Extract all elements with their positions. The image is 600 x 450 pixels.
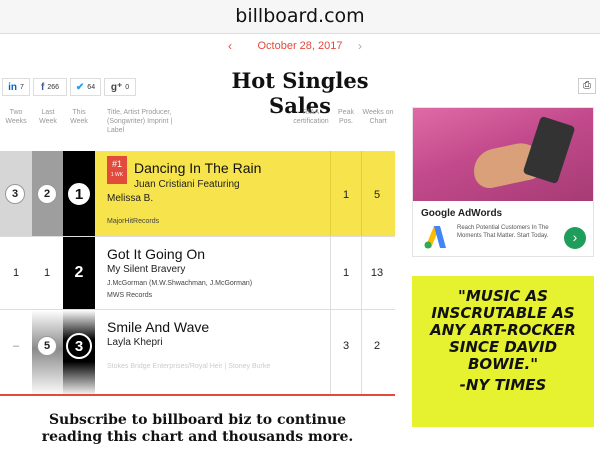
google-plus-icon: g⁺ — [110, 81, 123, 93]
label-imprint: MWS Records — [107, 292, 153, 299]
peak-position: 1 — [342, 267, 350, 279]
this-week-rank: 1 — [66, 181, 92, 207]
label-imprint: Stokes Bridge Enterprises/Royal Heir | S… — [107, 363, 271, 370]
google-plus-share-button[interactable]: g⁺ 0 — [104, 78, 136, 96]
two-weeks-cell: 3 — [0, 151, 32, 236]
this-week-rank: 2 — [74, 264, 84, 281]
google-adwords-ad[interactable]: Google AdWords Reach Potential Customers… — [412, 107, 594, 257]
this-week-cell: 1 — [63, 151, 95, 236]
col-last-week: Last Week — [39, 109, 57, 125]
col-weeks-on-chart: Weeks on Chart — [362, 109, 394, 125]
col-two-weeks: Two Weeks — [5, 109, 27, 125]
previous-week-arrow-icon[interactable]: ‹ — [228, 39, 232, 53]
peak-position: 1 — [342, 189, 350, 201]
browser-url-bar[interactable]: billboard.com — [0, 0, 600, 34]
badge-rank: #1 — [111, 159, 122, 169]
col-title: Title, Artist Producer, (Songwriter) Imp… — [107, 109, 173, 134]
badge-weeks: 1 WK — [110, 172, 124, 178]
weeks-on-chart: 2 — [373, 340, 381, 352]
col-peak: Peak Pos. — [338, 109, 354, 125]
facebook-share-button[interactable]: f 266 — [33, 78, 67, 96]
last-week-cell: 2 — [32, 151, 63, 236]
share-count: 7 — [19, 83, 24, 91]
song-title[interactable]: Dancing In The Rain — [134, 160, 261, 176]
last-week-rank: 2 — [37, 184, 57, 204]
artist-name[interactable]: My Silent Bravery — [107, 263, 185, 276]
share-count: 266 — [47, 83, 60, 91]
artist-name-continued[interactable]: Melissa B. — [107, 192, 153, 205]
producer-songwriter: J.McGorman (M.W.Shwachman, J.McGorman) — [107, 280, 253, 287]
next-week-arrow-icon[interactable]: › — [358, 39, 362, 53]
last-week-rank: 1 — [43, 267, 51, 279]
url-text: billboard.com — [235, 5, 365, 27]
weeks-on-chart: 5 — [373, 189, 381, 201]
chart-date: October 28, 2017 — [257, 40, 343, 52]
label-imprint: MajorHitRecords — [107, 218, 160, 225]
share-count: 0 — [125, 83, 130, 91]
linkedin-share-button[interactable]: in 7 — [2, 78, 30, 96]
ad-title: Google AdWords — [421, 208, 503, 219]
number-one-badge: #1 1 WK — [107, 156, 127, 184]
ad-go-arrow-icon[interactable]: › — [564, 227, 586, 249]
divider — [361, 310, 362, 396]
print-icon[interactable]: ⎙ — [578, 78, 596, 94]
ad-quote: "MUSIC AS INSCRUTABLE AS ANY ART-ROCKER … — [430, 287, 576, 373]
ad-citation: -NY TIMES — [459, 376, 547, 394]
facebook-icon: f — [40, 81, 45, 93]
share-count: 64 — [87, 83, 96, 91]
subscribe-prompt[interactable]: Subscribe to billboard biz to continue r… — [20, 412, 375, 446]
col-this-week: This Week — [70, 109, 88, 125]
google-ads-logo-icon — [424, 226, 446, 249]
ad-text: Reach Potential Customers In The Moments… — [457, 225, 549, 239]
artist-name[interactable]: Layla Khepri — [107, 336, 163, 349]
artist-name[interactable]: Juan Cristiani Featuring — [134, 178, 240, 191]
two-weeks-rank: – — [12, 340, 20, 352]
date-navigation: ‹ October 28, 2017 › — [0, 36, 600, 60]
song-title[interactable]: Smile And Wave — [107, 319, 209, 335]
col-riaa: RIAA certification — [293, 109, 329, 125]
quote-ad[interactable]: "MUSIC AS INSCRUTABLE AS ANY ART-ROCKER … — [412, 276, 594, 427]
peak-position: 3 — [342, 340, 350, 352]
two-weeks-rank: 3 — [5, 184, 25, 204]
last-week-rank: 5 — [37, 336, 57, 356]
twitter-icon: ✔ — [75, 81, 85, 93]
song-title[interactable]: Got It Going On — [107, 246, 205, 262]
two-weeks-rank: 1 — [12, 267, 20, 279]
weeks-on-chart: 13 — [370, 267, 384, 279]
twitter-share-button[interactable]: ✔ 64 — [70, 78, 101, 96]
this-week-rank: 3 — [66, 333, 92, 359]
divider — [330, 310, 331, 396]
linkedin-icon: in — [8, 81, 17, 93]
paywall-divider — [0, 394, 395, 396]
